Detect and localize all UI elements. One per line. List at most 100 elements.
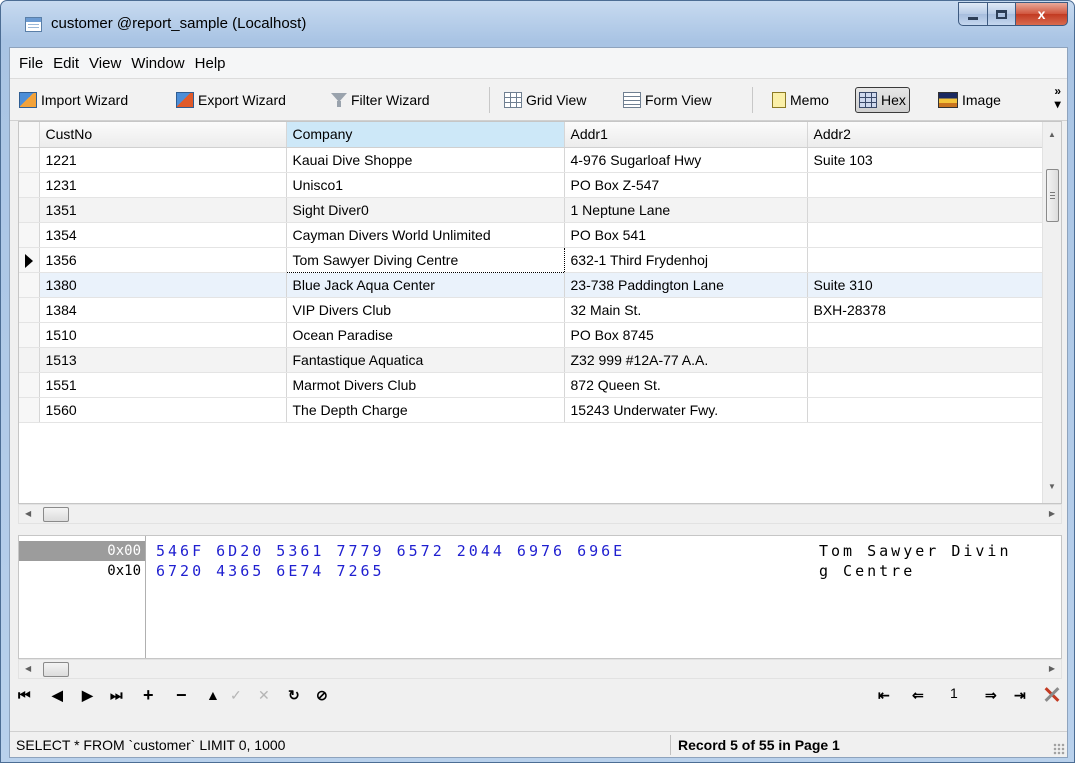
grid-view-button[interactable]: Grid View: [501, 87, 589, 113]
cell-addr1[interactable]: PO Box 541: [564, 222, 808, 248]
cell-addr1[interactable]: 872 Queen St.: [564, 372, 808, 398]
menu-file[interactable]: File: [14, 55, 48, 72]
grid-horizontal-scrollbar[interactable]: ◀ ▶: [18, 504, 1062, 524]
first-record-icon[interactable]: ⏮: [18, 687, 31, 703]
menu-view[interactable]: View: [84, 55, 126, 72]
scroll-up-icon[interactable]: ▲: [1048, 130, 1056, 139]
cell-addr1[interactable]: 632-1 Third Frydenhoj: [564, 247, 808, 273]
row-indicator[interactable]: [19, 247, 40, 273]
edit-record-icon[interactable]: ▲: [206, 687, 220, 703]
table-row[interactable]: 1513 Fantastique Aquatica Z32 999 #12A-77 …: [19, 347, 1045, 373]
cell-custno[interactable]: 1351: [39, 197, 287, 223]
add-record-icon[interactable]: +: [143, 686, 154, 704]
row-indicator[interactable]: [19, 347, 40, 373]
next-page-icon[interactable]: ⇒: [985, 687, 997, 703]
grid-vertical-scroll-thumb[interactable]: [1046, 169, 1059, 222]
column-header-addr1[interactable]: Addr1: [564, 122, 808, 148]
row-indicator[interactable]: [19, 297, 40, 323]
cell-custno[interactable]: 1231: [39, 172, 287, 198]
cell-custno[interactable]: 1510: [39, 322, 287, 348]
row-indicator[interactable]: [19, 147, 40, 173]
cell-company[interactable]: The Depth Charge: [286, 397, 565, 423]
cell-addr2[interactable]: [807, 322, 1045, 348]
row-indicator[interactable]: [19, 372, 40, 398]
cell-company[interactable]: Cayman Divers World Unlimited: [286, 222, 565, 248]
cell-addr1[interactable]: 23-738 Paddington Lane: [564, 272, 808, 298]
cell-company[interactable]: Fantastique Aquatica: [286, 347, 565, 373]
table-row[interactable]: 1351 Sight Diver0 1 Neptune Lane: [19, 197, 1045, 223]
scroll-right-icon[interactable]: ▶: [1049, 509, 1055, 518]
cell-custno[interactable]: 1551: [39, 372, 287, 398]
cell-addr1[interactable]: PO Box 8745: [564, 322, 808, 348]
filter-wizard-button[interactable]: Filter Wizard: [328, 87, 433, 113]
memo-button[interactable]: Memo: [769, 87, 832, 113]
refresh-icon[interactable]: ↻: [288, 687, 300, 703]
row-indicator[interactable]: [19, 222, 40, 248]
cell-custno[interactable]: 1356: [39, 247, 287, 273]
row-indicator[interactable]: [19, 197, 40, 223]
hex-ascii-line[interactable]: g Centre: [819, 561, 915, 581]
cell-addr1[interactable]: 1 Neptune Lane: [564, 197, 808, 223]
cell-addr2[interactable]: Suite 310: [807, 272, 1045, 298]
cell-addr2[interactable]: [807, 397, 1045, 423]
first-page-icon[interactable]: ⇤: [878, 687, 890, 703]
minimize-button[interactable]: [958, 2, 988, 26]
cell-custno[interactable]: 1560: [39, 397, 287, 423]
stop-icon[interactable]: ⊘: [316, 687, 328, 703]
cell-company[interactable]: Ocean Paradise: [286, 322, 565, 348]
cell-company[interactable]: Blue Jack Aqua Center: [286, 272, 565, 298]
column-header-custno[interactable]: CustNo: [39, 122, 287, 148]
last-page-icon[interactable]: ⇥: [1014, 687, 1026, 703]
delete-record-icon[interactable]: −: [176, 686, 187, 704]
cell-addr1[interactable]: 4-976 Sugarloaf Hwy: [564, 147, 808, 173]
row-indicator[interactable]: [19, 322, 40, 348]
post-edit-icon[interactable]: ✓: [230, 687, 242, 703]
cell-addr1[interactable]: PO Box Z-547: [564, 172, 808, 198]
next-record-icon[interactable]: ▶: [82, 687, 93, 703]
cell-company[interactable]: Unisco1: [286, 172, 565, 198]
toolbar-overflow-button[interactable]: » ▾: [1054, 85, 1061, 111]
cell-addr1[interactable]: Z32 999 #12A-77 A.A.: [564, 347, 808, 373]
cell-addr2[interactable]: [807, 372, 1045, 398]
cell-custno[interactable]: 1384: [39, 297, 287, 323]
table-row[interactable]: 1560 The Depth Charge 15243 Underwater Fwy…: [19, 397, 1045, 423]
last-record-icon[interactable]: ⏭: [110, 687, 123, 703]
import-wizard-button[interactable]: Import Wizard: [16, 87, 131, 113]
hex-button[interactable]: Hex: [855, 87, 910, 113]
export-wizard-button[interactable]: Export Wizard: [173, 87, 289, 113]
cell-custno[interactable]: 1354: [39, 222, 287, 248]
cell-addr2[interactable]: [807, 247, 1045, 273]
cancel-edit-icon[interactable]: ✕: [258, 687, 270, 703]
menu-window[interactable]: Window: [126, 55, 189, 72]
scroll-left-icon[interactable]: ◀: [25, 509, 31, 518]
cell-company[interactable]: VIP Divers Club: [286, 297, 565, 323]
cell-addr2[interactable]: [807, 197, 1045, 223]
title-bar[interactable]: customer @report_sample (Localhost) x: [1, 1, 1074, 47]
cell-company[interactable]: Kauai Dive Shoppe: [286, 147, 565, 173]
table-row[interactable]: 1221 Kauai Dive Shoppe 4-976 Sugarloaf Hwy…: [19, 147, 1045, 173]
scroll-right-icon[interactable]: ▶: [1049, 664, 1055, 673]
cell-addr1[interactable]: 32 Main St.: [564, 297, 808, 323]
cell-company[interactable]: Sight Diver0: [286, 197, 565, 223]
cell-custno[interactable]: 1513: [39, 347, 287, 373]
hex-horizontal-scrollbar[interactable]: ◀ ▶: [18, 659, 1062, 679]
cell-addr1[interactable]: 15243 Underwater Fwy.: [564, 397, 808, 423]
prior-record-icon[interactable]: ◀: [52, 687, 63, 703]
cell-custno[interactable]: 1221: [39, 147, 287, 173]
close-button[interactable]: x: [1016, 2, 1068, 26]
hex-editor[interactable]: 0x00 0x10 546F 6D20 5361 7779 6572 2044 …: [18, 535, 1062, 659]
column-header-addr2[interactable]: Addr2: [807, 122, 1045, 148]
cell-custno[interactable]: 1380: [39, 272, 287, 298]
hex-bytes-line[interactable]: 546F 6D20 5361 7779 6572 2044 6976 696E: [156, 541, 625, 561]
row-indicator[interactable]: [19, 272, 40, 298]
scroll-left-icon[interactable]: ◀: [25, 664, 31, 673]
previous-page-icon[interactable]: ⇐: [912, 687, 924, 703]
cell-company[interactable]: Tom Sawyer Diving Centre: [285, 246, 565, 273]
table-row[interactable]: 1510 Ocean Paradise PO Box 8745: [19, 322, 1045, 348]
scroll-down-icon[interactable]: ▼: [1048, 482, 1056, 491]
maximize-button[interactable]: [988, 2, 1016, 26]
grid-vertical-scrollbar[interactable]: ▲ ▼: [1042, 122, 1061, 503]
menu-help[interactable]: Help: [190, 55, 231, 72]
cell-addr2[interactable]: BXH-28378: [807, 297, 1045, 323]
page-number-field[interactable]: 1: [950, 685, 978, 705]
